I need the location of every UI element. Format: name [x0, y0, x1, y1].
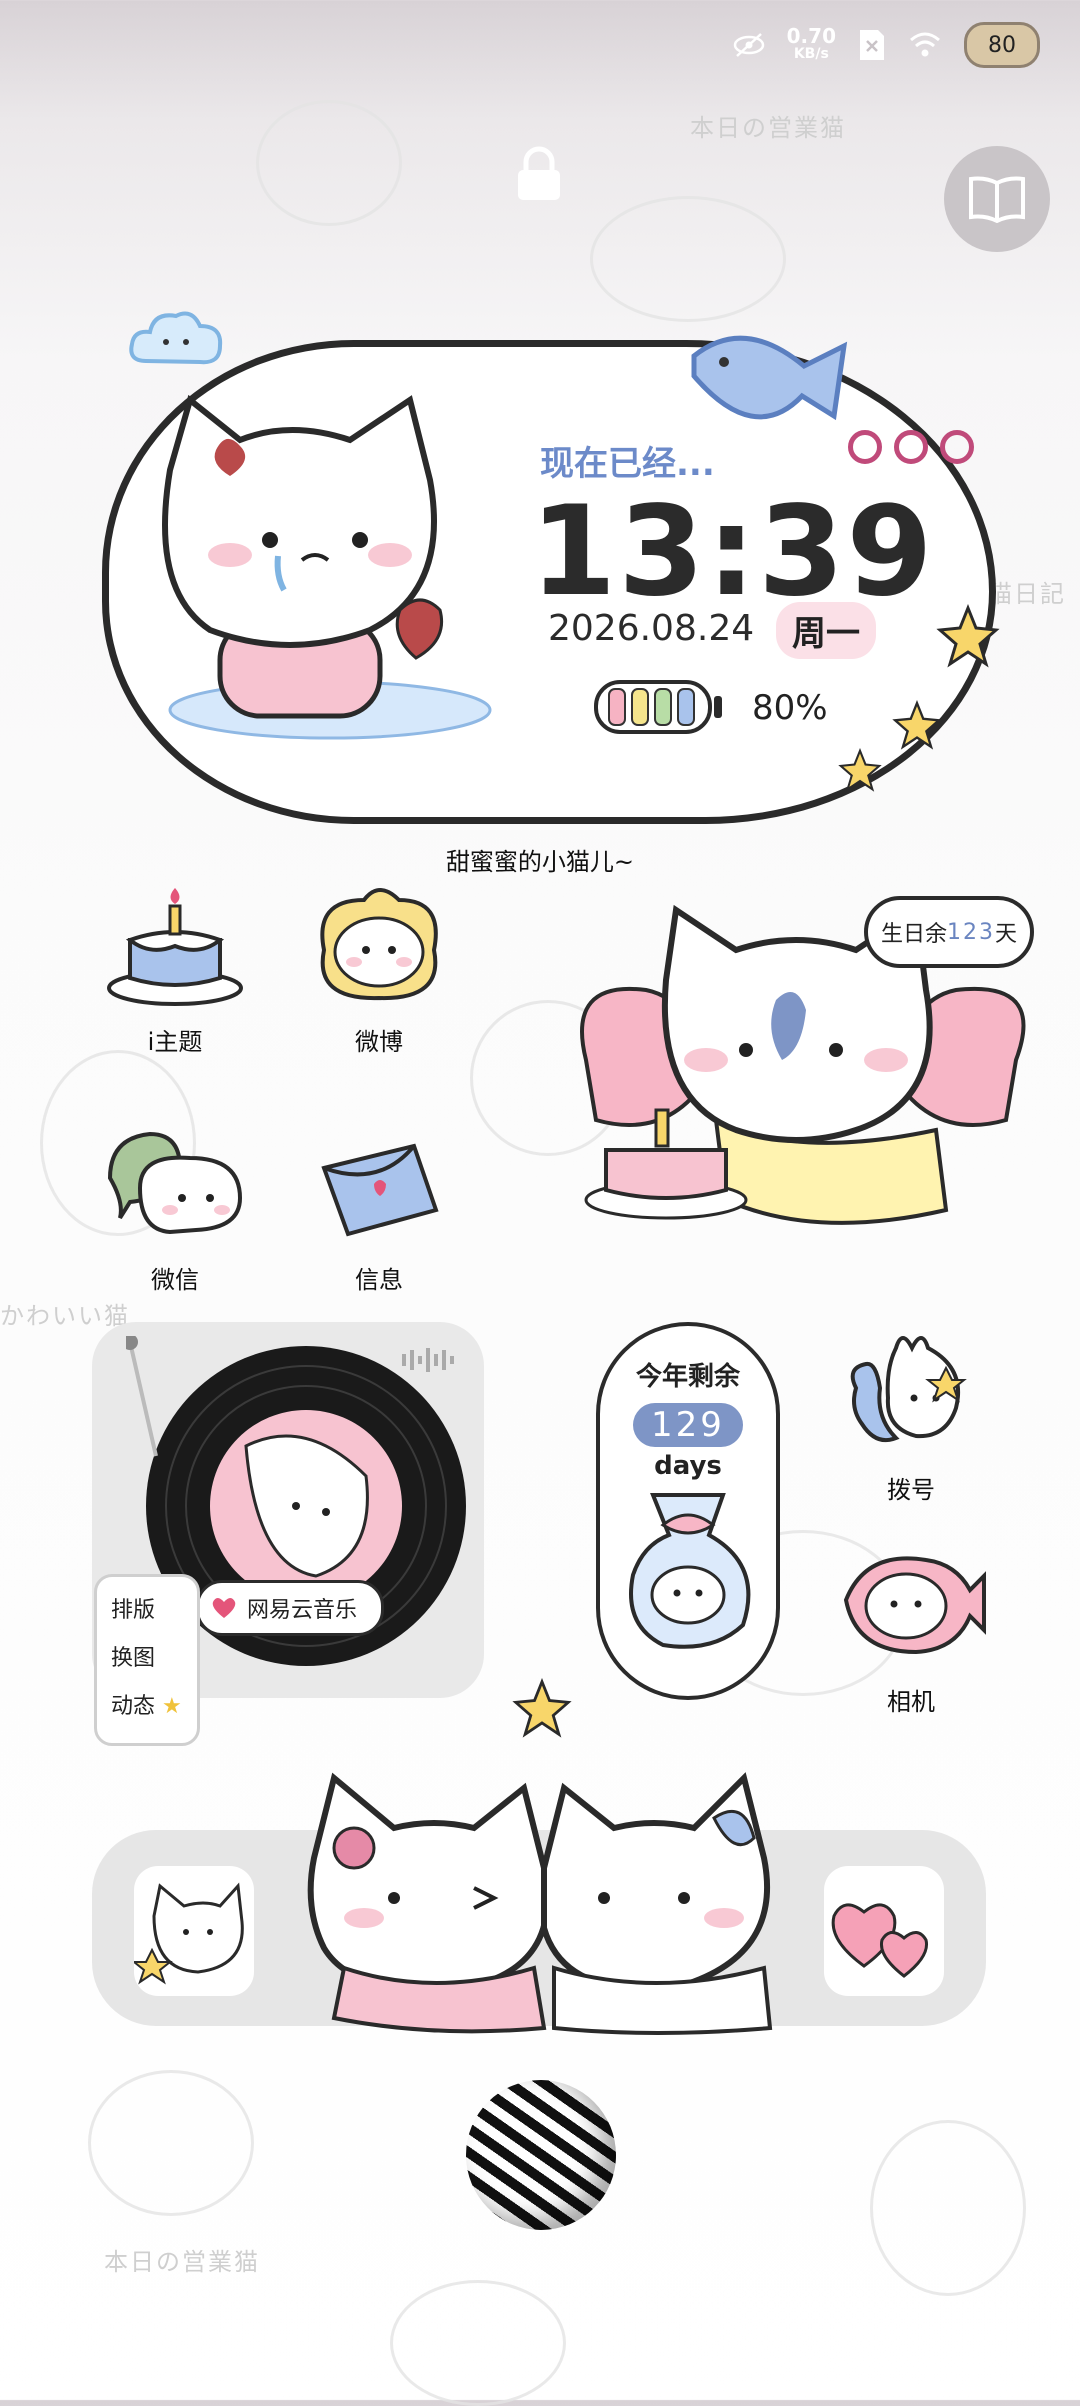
battery-widget-icon — [594, 680, 712, 734]
music-app-button[interactable]: 网易云音乐 — [196, 1580, 385, 1636]
candy-bag-cat-icon — [629, 1493, 751, 1649]
clock-date: 2026.08.24 — [548, 608, 755, 649]
battery-level: 80 — [988, 32, 1016, 58]
lock-icon[interactable] — [514, 146, 564, 202]
dock-tile-left[interactable] — [131, 1866, 254, 1996]
battery-bar — [654, 688, 672, 726]
bg-label-bottom: 本日の営業猫 — [104, 2248, 260, 2276]
app-dialer[interactable]: 拨号 — [826, 1328, 996, 1505]
countdown-days: 129 — [633, 1403, 743, 1447]
hearts-icon — [831, 1903, 929, 1978]
cloud-sticker — [129, 311, 223, 365]
birthday-cake-icon — [107, 888, 243, 1006]
app-weibo[interactable]: 微博 — [294, 880, 464, 1057]
battery-bar — [608, 688, 626, 726]
battery-bar — [631, 688, 649, 726]
battery-tip — [714, 696, 722, 718]
book-icon — [969, 176, 1025, 223]
app-wechat-label: 微信 — [151, 1266, 199, 1294]
bg-cat-doodle — [256, 100, 402, 226]
app-weibo-label: 微博 — [355, 1028, 403, 1056]
pink-dots — [848, 430, 974, 464]
fish-sticker — [691, 335, 848, 421]
envelope-icon — [321, 1143, 439, 1237]
bg-cat-doodle — [870, 2120, 1026, 2296]
striped-sphere-button[interactable] — [466, 2080, 616, 2230]
book-button[interactable] — [944, 146, 1050, 252]
sim-x-icon — [860, 30, 884, 60]
star-sticker — [936, 604, 1000, 668]
star-sticker — [512, 1678, 572, 1738]
bg-cat-doodle — [590, 196, 786, 322]
birthday-countdown-bubble: 生日余 123 天 — [864, 896, 1034, 968]
star-sticker — [892, 700, 942, 750]
status-bar: 0.70 KB/s 80 — [733, 18, 1040, 72]
bg-label-left: かわいい猫 — [0, 1302, 130, 1330]
battery-percent: 80% — [752, 688, 828, 728]
cat-sticker-icon — [131, 1882, 244, 1985]
menu-item-dynamic[interactable]: 动态 ★ — [111, 1683, 183, 1731]
app-camera[interactable]: 相机 — [826, 1540, 996, 1717]
wechat-cat-icon — [107, 1131, 243, 1235]
menu-item-dynamic-label: 动态 — [111, 1694, 156, 1719]
bg-cat-doodle — [88, 2070, 254, 2216]
clock-subtitle: 现在已经... — [540, 444, 715, 484]
app-theme[interactable]: i主题 — [90, 880, 260, 1057]
clock-time: 13:39 — [530, 480, 935, 624]
app-dialer-label: 拨号 — [887, 1476, 935, 1504]
widget-menu: 排版 换图 动态 ★ — [94, 1574, 200, 1746]
bg-label-top: 本日の営業猫 — [690, 114, 846, 142]
weibo-cat-icon — [320, 888, 438, 1001]
app-messages[interactable]: 信息 — [294, 1118, 464, 1295]
app-theme-label: i主题 — [147, 1028, 203, 1056]
clock-weekday: 周一 — [776, 602, 876, 659]
phone-bunny-icon — [850, 1336, 967, 1443]
eye-hidden-icon — [733, 33, 764, 57]
star-icon: ★ — [162, 1694, 182, 1719]
dock-tile-right[interactable] — [824, 1866, 944, 1996]
twin-cats-illustration — [307, 1772, 773, 2035]
star-sticker — [838, 748, 882, 792]
crying-cat-illustration — [162, 394, 492, 740]
app-wechat[interactable]: 微信 — [90, 1118, 260, 1295]
battery-bar — [677, 688, 695, 726]
app-camera-label: 相机 — [887, 1688, 935, 1716]
music-app-name: 网易云音乐 — [247, 1598, 358, 1623]
birthday-days: 123 — [947, 919, 995, 945]
countdown-unit: days — [654, 1451, 722, 1481]
network-speed: 0.70 KB/s — [787, 26, 836, 63]
birthday-suffix: 天 — [995, 922, 1018, 947]
wifi-icon — [910, 32, 940, 57]
heart-icon — [212, 1598, 236, 1618]
network-speed-unit: KB/s — [793, 46, 829, 62]
birthday-prefix: 生日余 — [880, 922, 947, 947]
year-countdown-widget[interactable]: 今年剩余 129 days — [596, 1322, 780, 1700]
sound-wave-icon — [402, 1348, 454, 1372]
bg-cat-doodle — [390, 2280, 566, 2406]
app-messages-label: 信息 — [355, 1266, 403, 1294]
camera-fish-cat-icon — [843, 1556, 986, 1655]
battery-indicator: 80 — [964, 22, 1040, 68]
menu-item-layout[interactable]: 排版 — [111, 1587, 183, 1635]
menu-item-change-image[interactable]: 换图 — [111, 1635, 183, 1683]
countdown-title: 今年剩余 — [635, 1362, 740, 1392]
